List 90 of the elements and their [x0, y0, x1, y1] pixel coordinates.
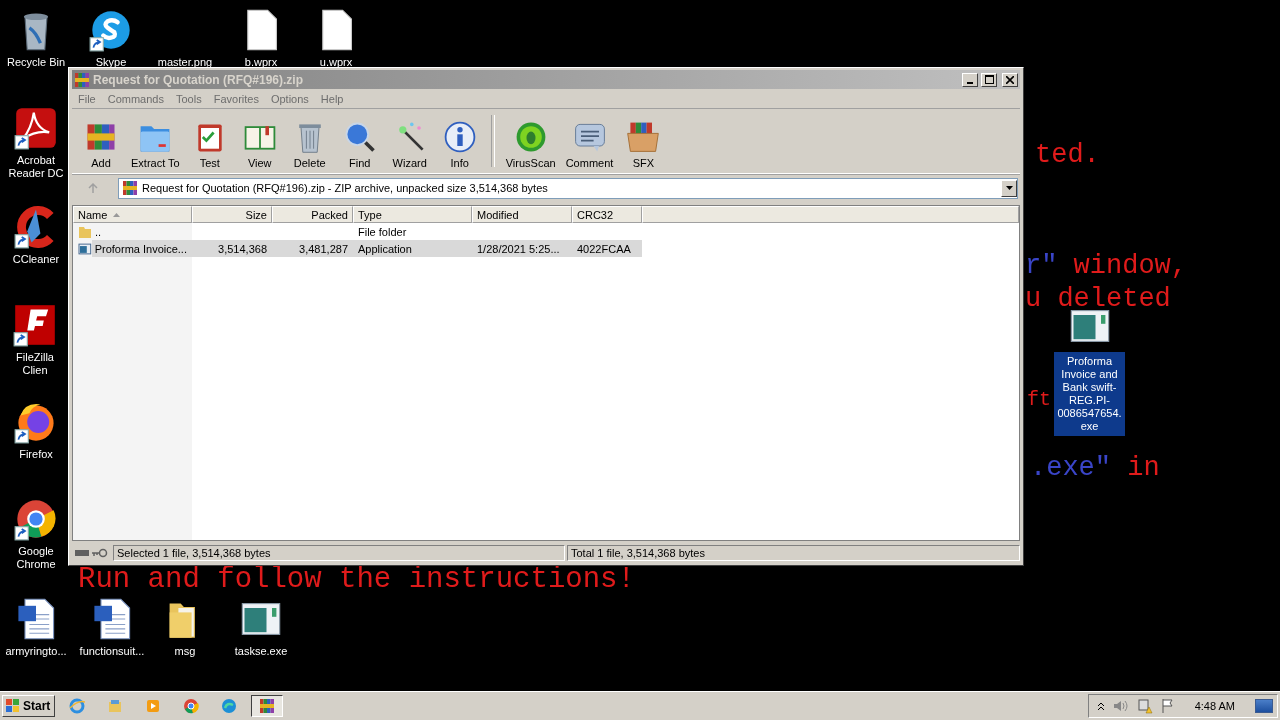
file-row[interactable]: .. File folder [73, 223, 642, 240]
edge-icon [221, 698, 238, 714]
maximize-button[interactable] [981, 72, 997, 87]
status-text: Selected 1 file, 3,514,368 bytes [113, 544, 565, 561]
table-cell: Proforma Invoice... [73, 241, 192, 256]
toolbar-button[interactable]: Wizard [384, 111, 435, 171]
message-text: r" [1025, 253, 1058, 280]
address-field[interactable]: Request for Quotation (RFQ#196).zip - ZIP archive, unpacked size 3,514,368 bytes [118, 177, 1018, 199]
column-header[interactable]: Modified [472, 206, 572, 223]
winrar-icon [259, 698, 276, 714]
folder-icon [78, 224, 92, 239]
menu-item[interactable]: Favorites [207, 92, 265, 105]
desktop-icon-label[interactable]: Google Chrome [0, 545, 72, 571]
menu-item[interactable]: Tools [170, 92, 208, 105]
status-text: Total 1 file, 3,514,368 bytes [567, 544, 1020, 561]
minimize-button[interactable] [962, 72, 978, 87]
toolbar-button[interactable]: Add [76, 111, 126, 171]
taskbar-button[interactable] [251, 695, 284, 717]
column-header[interactable]: Size [192, 206, 272, 223]
maximize-icon [984, 75, 994, 84]
desktop-icon-label[interactable]: taskse.exe [234, 645, 288, 658]
caret-icon [1005, 186, 1013, 190]
desktop-icon-label[interactable]: Recycle Bin [6, 56, 66, 69]
toolbar-button[interactable]: Extract To [126, 111, 185, 171]
column-header[interactable]: Type [353, 206, 472, 223]
desktop-icon-label[interactable]: functionsuit... [79, 645, 145, 658]
chrome-icon[interactable] [14, 497, 58, 541]
message-text: .exe" [1030, 455, 1111, 482]
table-cell-text: Application [357, 242, 413, 255]
menu-item[interactable]: Options [264, 92, 315, 105]
toolbar-button[interactable]: Delete [284, 111, 335, 171]
message-text: ted. [1035, 142, 1100, 169]
table-cell-text: 1/28/2021 5:25... [476, 242, 561, 255]
key-icon [92, 547, 108, 558]
start-button[interactable]: Start [2, 695, 56, 717]
table-cell-text: 4022FCAA [576, 242, 632, 255]
column-header[interactable]: Packed [272, 206, 353, 223]
winrar-icon [74, 71, 90, 88]
desktop-icon-label[interactable]: Skype [95, 56, 127, 69]
message-text: Run and follow the instructions! [78, 565, 635, 594]
flag-icon[interactable] [1160, 698, 1175, 714]
acrobat-icon[interactable] [14, 106, 58, 150]
toolbar-button[interactable]: View [234, 111, 285, 171]
winrar-icon [122, 180, 138, 196]
windows-flag-icon [5, 698, 21, 714]
chevron-up-icon[interactable] [1096, 701, 1105, 711]
toolbar-button[interactable]: Find [334, 111, 385, 171]
table-cell: .. [73, 224, 192, 239]
desktop-icon-label[interactable]: armyringto... [5, 645, 67, 658]
message-text: ft [1027, 390, 1051, 410]
sort-arrow-icon [113, 212, 121, 217]
filezilla-icon[interactable] [13, 303, 57, 347]
message-text: window, [1072, 253, 1188, 280]
desktop-icon-label[interactable]: Proforma Invoice and Bank swift-REG.PI-0086547654.exe [1054, 352, 1125, 436]
table-cell-text: 3,514,368 [217, 242, 268, 255]
chrome-icon [183, 698, 200, 714]
desktop-icon-label[interactable]: Firefox [19, 448, 53, 461]
window-title: Request for Quotation (RFQ#196).zip [93, 72, 304, 87]
clock-time: 4:48 AM [1194, 700, 1235, 712]
column-header[interactable] [642, 206, 1019, 223]
drive-icon [75, 548, 89, 557]
desktop-icon-label[interactable]: master.png [157, 56, 213, 69]
message-text: in [1126, 455, 1160, 482]
application-icon [78, 241, 92, 256]
desktop-icon-label[interactable]: msg [174, 645, 196, 658]
internet-explorer-icon [69, 698, 86, 714]
desktop-icon-label[interactable]: CCleaner [12, 253, 60, 266]
toolbar-button[interactable]: Comment [560, 111, 619, 171]
desktop-icon-label[interactable]: u.wprx [319, 56, 353, 69]
desktop-icon-label[interactable]: b.wprx [244, 56, 278, 69]
desktop-icon-label[interactable]: FileZilla Clien [2, 351, 68, 377]
table-cell-text: File folder [357, 225, 408, 238]
column-header[interactable]: Name [73, 206, 192, 223]
up-arrow-icon [87, 182, 99, 194]
media-player-icon [145, 698, 162, 714]
close-icon [1006, 75, 1014, 84]
folder-icon [107, 698, 124, 714]
menu-item[interactable]: Commands [101, 92, 170, 105]
dropdown-button[interactable] [1001, 179, 1017, 197]
toolbar-button[interactable]: Info [434, 111, 485, 171]
toolbar-button[interactable]: Test [184, 111, 235, 171]
table-cell-text: 3,481,287 [298, 242, 349, 255]
skype-icon[interactable] [89, 8, 133, 52]
toolbar-button[interactable]: SFX [618, 111, 669, 171]
column-header[interactable]: CRC32 [572, 206, 642, 223]
desktop-icon-label[interactable]: Acrobat Reader DC [0, 154, 72, 180]
close-button[interactable] [1002, 72, 1018, 87]
minimize-icon [967, 81, 973, 84]
message-text: u deleted [1025, 286, 1171, 313]
toolbar-button[interactable]: VirusScan [500, 111, 561, 171]
